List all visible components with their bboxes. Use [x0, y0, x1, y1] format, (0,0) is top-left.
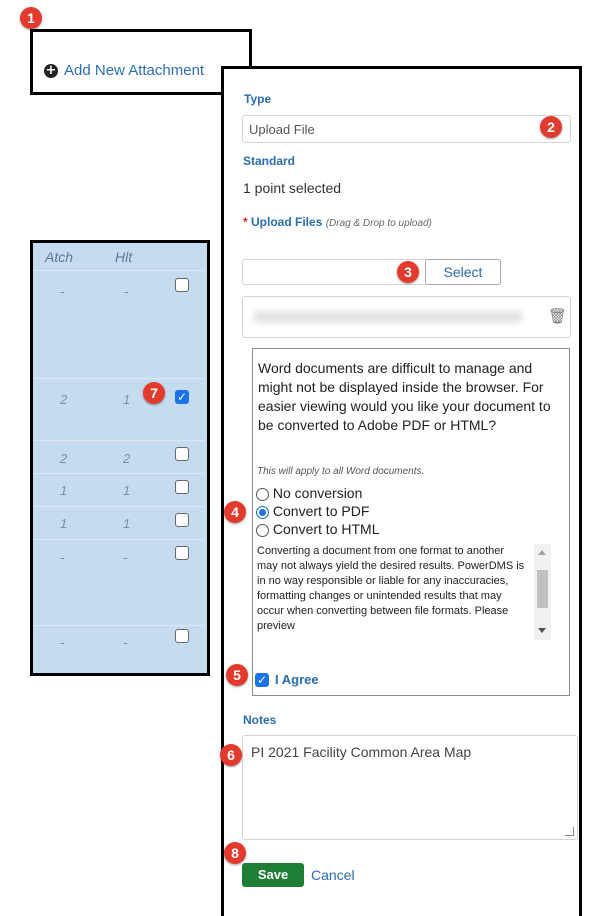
- row-0-checkbox[interactable]: [175, 278, 189, 292]
- row-4-checkbox[interactable]: [175, 513, 189, 527]
- scroll-down-arrow[interactable]: [538, 628, 546, 633]
- row-6-checkbox[interactable]: [175, 629, 189, 643]
- upload-files-label: Upload Files: [251, 215, 323, 229]
- callout-badge-5: 5: [226, 664, 248, 686]
- agree-checkbox[interactable]: ✓: [255, 673, 269, 687]
- scroll-up-arrow[interactable]: [538, 550, 546, 555]
- row-1-hlt: 1: [123, 392, 131, 407]
- row-1-checkbox[interactable]: ✓: [175, 390, 189, 404]
- blurred-file-name: [253, 311, 523, 323]
- standard-value: 1 point selected: [243, 180, 342, 196]
- row-6-atch: -: [60, 635, 65, 650]
- row-3-hlt: 1: [123, 483, 131, 498]
- add-new-attachment-label: Add New Attachment: [64, 62, 205, 79]
- header-atch: Atch: [45, 249, 74, 265]
- row-divider: [33, 506, 204, 507]
- radio-convert-html[interactable]: [256, 523, 269, 537]
- disclaimer-text: Converting a document from one format to…: [257, 545, 525, 632]
- radio-convert-pdf[interactable]: [256, 505, 269, 519]
- option-label: Convert to PDF: [272, 503, 370, 519]
- callout-badge-7: 7: [143, 382, 165, 404]
- plus-circle-icon: +: [44, 62, 58, 78]
- row-3-atch: 1: [60, 483, 68, 498]
- row-5-hlt: -: [123, 550, 128, 565]
- select-button[interactable]: Select: [425, 259, 501, 285]
- row-divider: [33, 378, 204, 379]
- standard-label: Standard: [243, 154, 296, 168]
- row-3-checkbox[interactable]: [175, 480, 189, 494]
- row-divider: [33, 473, 204, 474]
- conversion-prompt: Word documents are difficult to manage a…: [258, 360, 551, 433]
- row-6-hlt: -: [123, 635, 128, 650]
- option-label: Convert to HTML: [272, 521, 380, 537]
- trash-icon[interactable]: 🗑: [548, 307, 567, 325]
- row-2-atch: 2: [60, 451, 68, 466]
- row-0-hlt: -: [124, 284, 129, 299]
- type-select[interactable]: Upload File: [242, 115, 571, 143]
- callout-badge-6: 6: [220, 744, 242, 766]
- row-4-hlt: 1: [123, 516, 131, 531]
- option-no-conversion[interactable]: No conversion: [256, 485, 362, 501]
- header-hlt: Hlt: [115, 249, 133, 265]
- upload-hint: (Drag & Drop to upload): [325, 218, 432, 229]
- type-value: Upload File: [249, 122, 315, 137]
- scrollbar-thumb[interactable]: [537, 570, 548, 608]
- row-divider: [33, 270, 204, 271]
- row-divider: [33, 539, 204, 540]
- callout-badge-2: 2: [540, 116, 562, 138]
- callout-badge-8: 8: [224, 842, 246, 864]
- uploaded-file-row: 🗑: [242, 296, 571, 338]
- row-1-atch: 2: [60, 392, 68, 407]
- option-convert-pdf[interactable]: Convert to PDF: [256, 503, 369, 519]
- row-2-hlt: 2: [123, 451, 131, 466]
- notes-value: PI 2021 Facility Common Area Map: [251, 744, 472, 760]
- row-divider: [33, 440, 204, 441]
- cancel-link[interactable]: Cancel: [311, 867, 355, 883]
- callout-badge-4: 4: [224, 501, 246, 523]
- type-label: Type: [244, 92, 272, 106]
- row-0-atch: -: [60, 284, 65, 299]
- callout-badge-3: 3: [397, 261, 419, 283]
- row-5-checkbox[interactable]: [175, 546, 189, 560]
- upload-files-label-row: * Upload Files (Drag & Drop to upload): [243, 215, 432, 229]
- option-convert-html[interactable]: Convert to HTML: [256, 521, 379, 537]
- row-4-atch: 1: [60, 516, 68, 531]
- notes-label: Notes: [243, 713, 277, 727]
- resize-handle-icon[interactable]: [565, 827, 574, 836]
- row-divider: [33, 625, 204, 626]
- agree-label: I Agree: [275, 672, 319, 687]
- add-new-attachment-link[interactable]: + Add New Attachment: [44, 62, 204, 79]
- row-5-atch: -: [60, 550, 65, 565]
- radio-no-conversion[interactable]: [256, 487, 269, 501]
- notes-textarea[interactable]: PI 2021 Facility Common Area Map: [242, 735, 578, 840]
- callout-badge-1: 1: [20, 7, 42, 29]
- row-2-checkbox[interactable]: [175, 447, 189, 461]
- save-button[interactable]: Save: [242, 863, 304, 887]
- conversion-note: This will apply to all Word documents.: [257, 466, 425, 477]
- required-asterisk: *: [243, 215, 248, 229]
- disclaimer-scrollbar[interactable]: [534, 544, 551, 640]
- option-label: No conversion: [272, 485, 363, 501]
- disclaimer-scroll-area[interactable]: Converting a document from one format to…: [257, 544, 553, 640]
